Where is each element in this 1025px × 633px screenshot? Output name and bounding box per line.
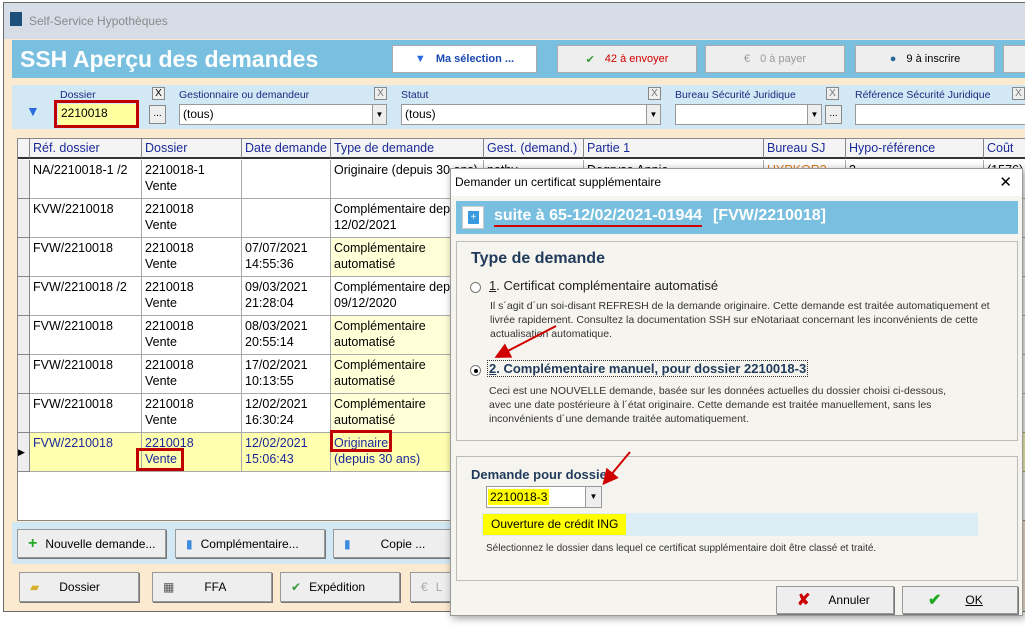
- annotation-arrows: [494, 325, 631, 486]
- arrow-to-option2: [494, 325, 557, 358]
- arrow-to-dossier-select: [602, 451, 631, 486]
